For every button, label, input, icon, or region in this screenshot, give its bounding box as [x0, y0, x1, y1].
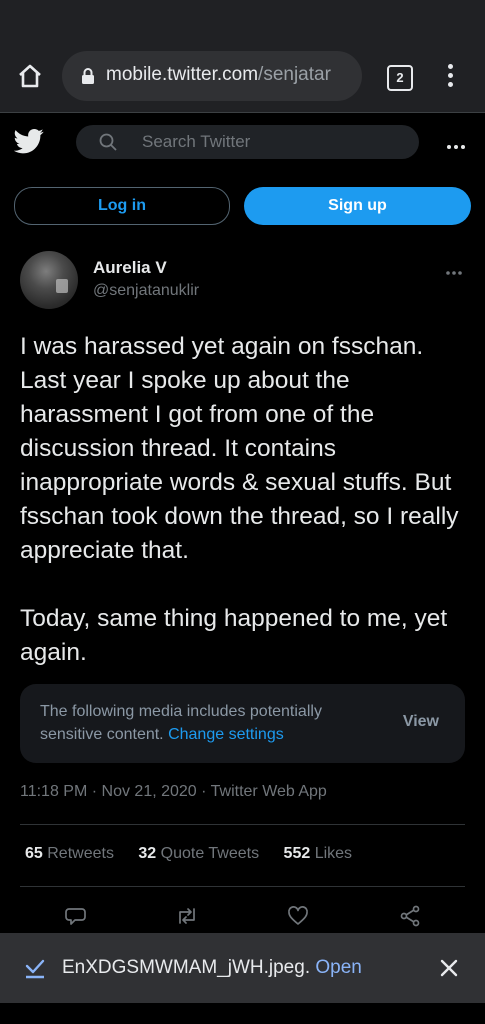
reply-icon[interactable]	[64, 904, 88, 928]
retweets-count: 65	[25, 845, 43, 862]
author-name[interactable]: Aurelia V	[93, 258, 167, 278]
likes-count: 552	[283, 845, 311, 862]
tabs-icon[interactable]: 2	[387, 65, 413, 91]
quotes-count: 32	[138, 845, 157, 862]
search-input[interactable]: Search Twitter	[76, 125, 419, 159]
system-nav-strip	[0, 1003, 485, 1024]
divider	[20, 886, 465, 887]
close-icon[interactable]	[438, 957, 460, 979]
divider	[20, 824, 465, 825]
view-button[interactable]: View	[403, 713, 439, 731]
url-path: /senjatar	[258, 64, 331, 85]
quotes-stat[interactable]: 32 Quote Tweets	[138, 845, 259, 862]
login-button[interactable]: Log in	[14, 187, 230, 225]
url-text[interactable]: mobile.twitter.com/senjatar	[106, 64, 354, 86]
more-icon[interactable]	[444, 138, 468, 149]
avatar[interactable]	[20, 251, 78, 309]
download-message: EnXDGSMWMAM_jWH.jpeg. Open	[62, 957, 362, 979]
retweets-label: Retweets	[47, 845, 114, 862]
retweets-stat[interactable]: 65 Retweets	[25, 845, 114, 862]
search-placeholder: Search Twitter	[142, 132, 251, 151]
share-icon[interactable]	[398, 904, 422, 928]
tweet-text: I was harassed yet again on fsschan. Las…	[20, 333, 459, 666]
download-filename: EnXDGSMWMAM_jWH.jpeg.	[62, 957, 311, 978]
sensitive-media-notice: The following media includes potentially…	[20, 684, 465, 763]
quotes-label: Quote Tweets	[160, 845, 260, 862]
address-bar[interactable]: mobile.twitter.com/senjatar	[62, 51, 362, 101]
menu-icon[interactable]	[440, 64, 460, 90]
likes-stat[interactable]: 552 Likes	[284, 845, 353, 862]
tweet-timestamp[interactable]: 11:18 PM · Nov 21, 2020 · Twitter Web Ap…	[20, 783, 327, 801]
author-handle[interactable]: @senjatanuklir	[93, 282, 199, 300]
home-icon[interactable]	[16, 62, 44, 90]
tweet-more-icon[interactable]	[444, 264, 464, 275]
likes-label: Likes	[314, 845, 353, 862]
like-icon[interactable]	[286, 904, 310, 928]
download-bar: EnXDGSMWMAM_jWH.jpeg. Open	[0, 933, 485, 1003]
signup-button[interactable]: Sign up	[244, 187, 471, 225]
sensitive-message: The following media includes potentially…	[40, 700, 370, 746]
lock-icon	[80, 67, 96, 85]
open-download-button[interactable]: Open	[315, 957, 361, 978]
search-icon	[98, 132, 118, 152]
url-domain: mobile.twitter.com	[106, 64, 259, 85]
change-settings-link[interactable]: Change settings	[168, 726, 284, 743]
retweet-icon[interactable]	[175, 904, 199, 928]
tweet-stats: 65 Retweets 32 Quote Tweets 552 Likes	[25, 845, 372, 863]
twitter-logo-icon[interactable]	[13, 126, 44, 156]
browser-toolbar: mobile.twitter.com/senjatar 2	[0, 0, 485, 113]
download-complete-icon	[24, 957, 46, 979]
